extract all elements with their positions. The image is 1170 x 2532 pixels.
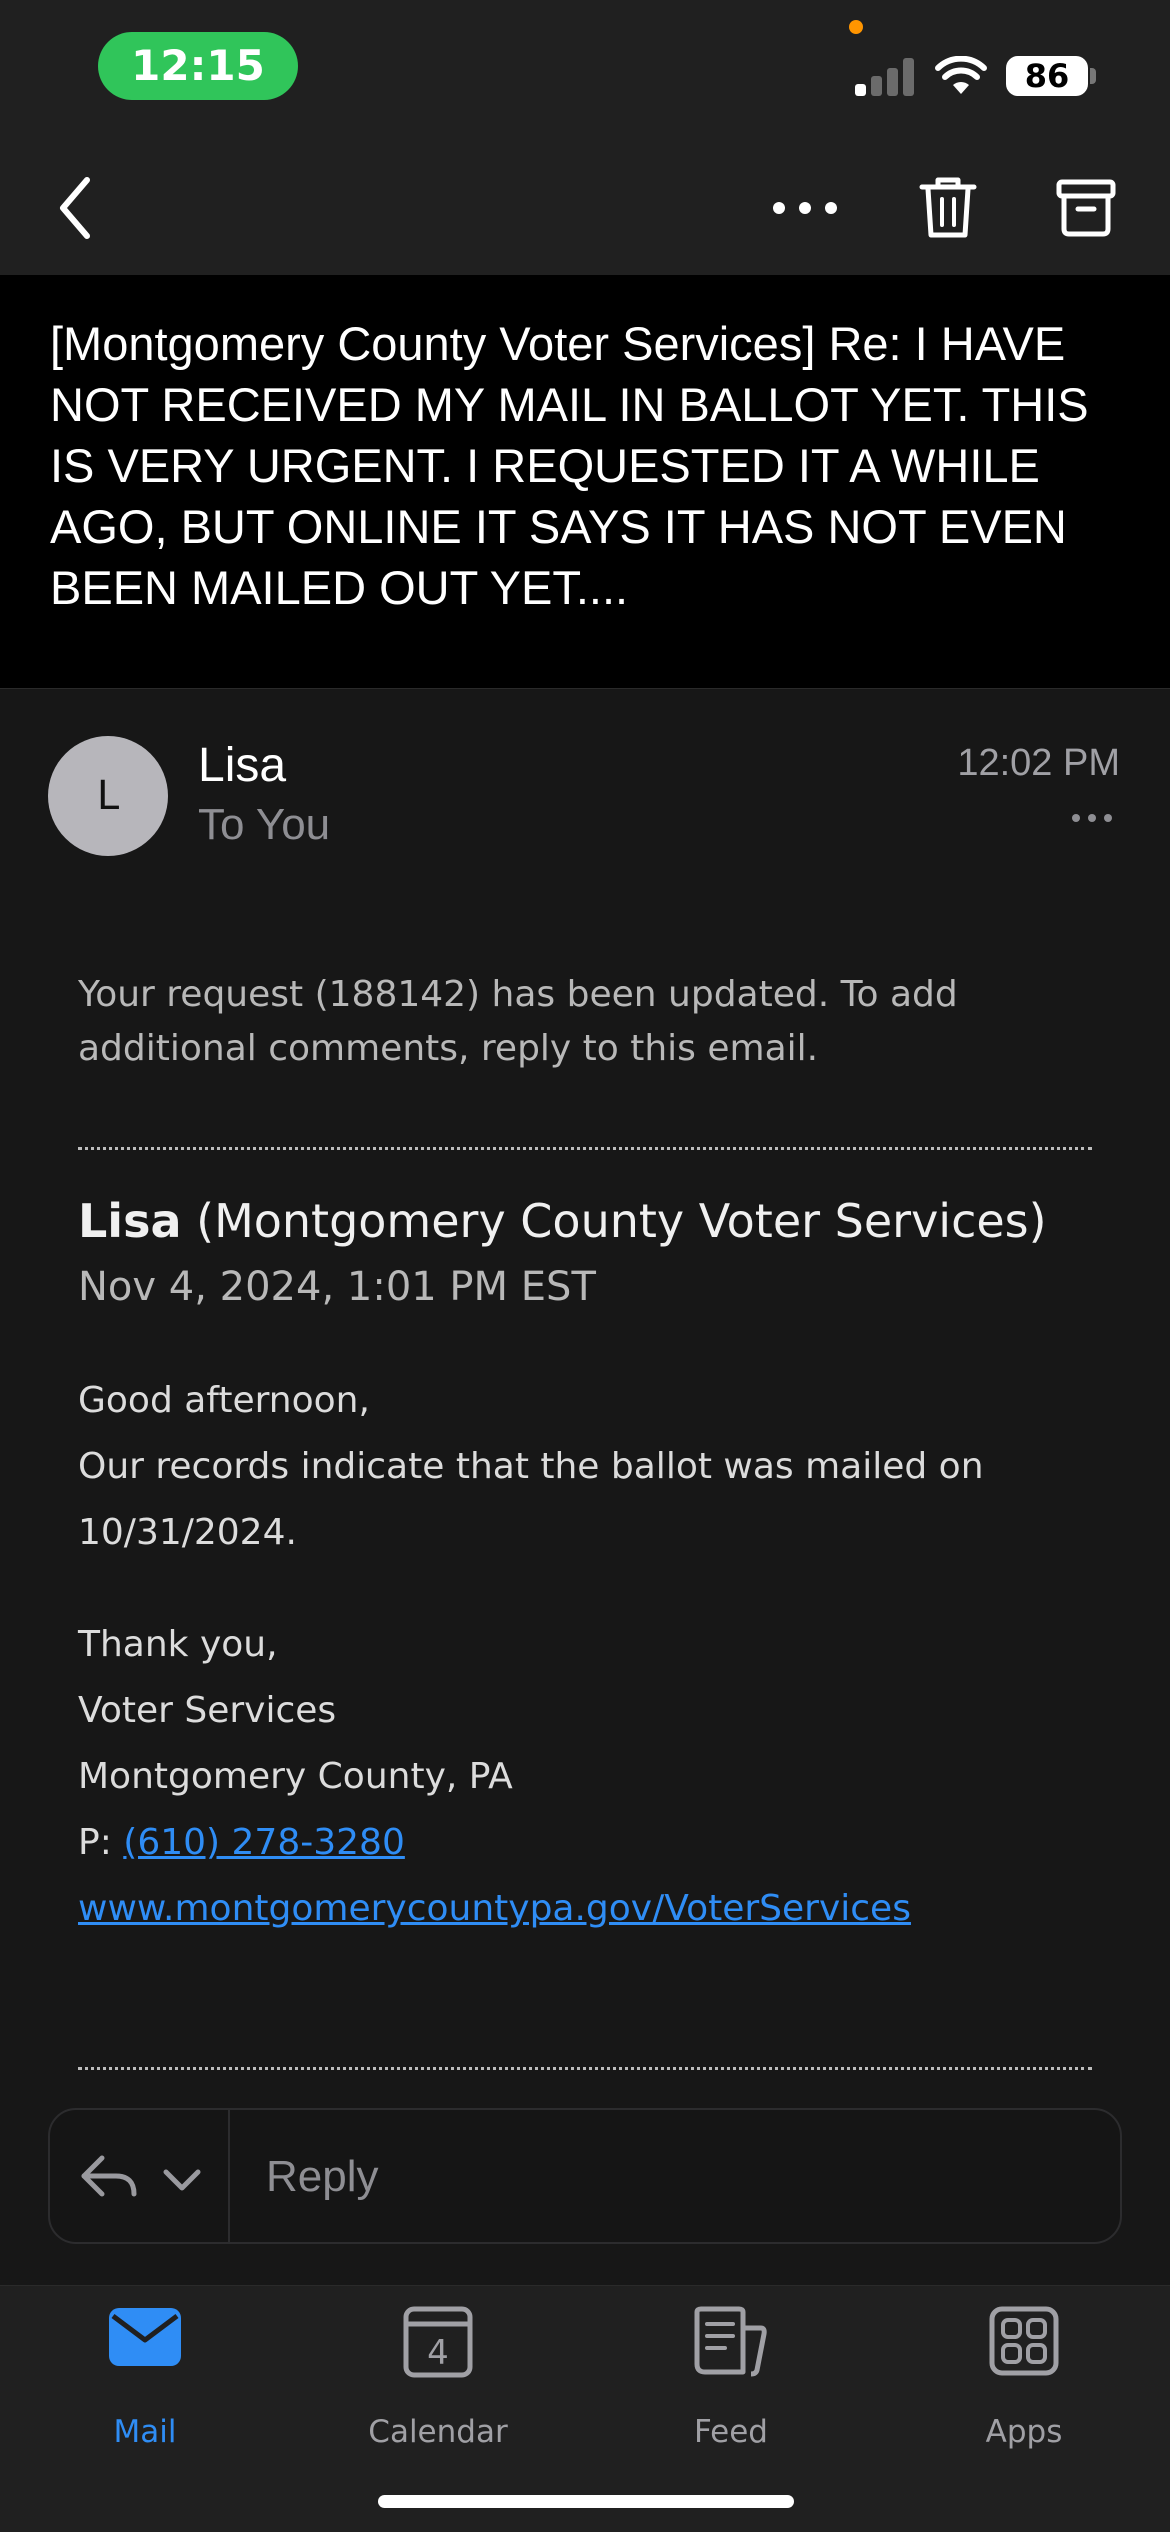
phone-link[interactable]: (610) 278-3280	[123, 1822, 405, 1863]
more-options-button[interactable]	[765, 180, 845, 235]
reply-arrow-icon	[81, 2155, 137, 2197]
signature-location: Montgomery County, PA	[78, 1756, 513, 1797]
tab-mail[interactable]: Mail	[45, 2306, 245, 2456]
signoff-text: Thank you,	[78, 1624, 278, 1665]
privacy-indicator-dot	[849, 20, 863, 34]
signature-phone-row: P: (610) 278-3280	[78, 1822, 405, 1863]
body-text-line2: 10/31/2024.	[78, 1512, 297, 1553]
phone-prefix: P:	[78, 1822, 124, 1863]
reply-bar: Reply	[0, 2070, 1170, 2285]
calendar-day-number: 4	[427, 2333, 449, 2373]
request-update-notice: Your request (188142) has been updated. …	[78, 974, 958, 1069]
delete-button[interactable]	[912, 168, 984, 248]
email-message: L Lisa To You 12:02 PM Your request (188…	[0, 690, 1170, 2070]
tab-label-apps: Apps	[985, 2414, 1063, 2450]
chevron-down-icon	[163, 2169, 201, 2191]
recipient-label[interactable]: To You	[198, 800, 330, 850]
website-link[interactable]: www.montgomerycountypa.gov/VoterServices	[78, 1888, 911, 1929]
archive-icon	[1056, 179, 1115, 237]
message-time: 12:02 PM	[957, 742, 1120, 784]
battery-indicator: 86	[1006, 56, 1088, 96]
back-button[interactable]	[40, 170, 110, 245]
avatar[interactable]: L	[48, 736, 168, 856]
message-more-icon[interactable]	[1070, 808, 1114, 828]
tab-calendar[interactable]: 4 Calendar	[338, 2306, 538, 2456]
tab-label-mail: Mail	[113, 2414, 177, 2450]
body-text-line1: Our records indicate that the ballot was…	[78, 1446, 984, 1487]
reply-options-button[interactable]	[50, 2110, 230, 2242]
tab-apps[interactable]: Apps	[924, 2306, 1124, 2456]
battery-tip	[1090, 68, 1096, 84]
reply-author: Lisa (Montgomery County Voter Services)	[78, 1194, 1047, 1248]
tab-feed[interactable]: Feed	[631, 2306, 831, 2456]
greeting-text: Good afternoon,	[78, 1380, 370, 1421]
mail-icon	[109, 2308, 181, 2366]
reply-author-name: Lisa	[78, 1194, 182, 1248]
reply-author-org: (Montgomery County Voter Services)	[196, 1194, 1047, 1248]
sender-name[interactable]: Lisa	[198, 738, 286, 793]
cellular-signal-icon	[855, 58, 915, 96]
navigation-bar	[0, 140, 1170, 275]
reply-input[interactable]: Reply	[266, 2152, 379, 2202]
archive-button[interactable]	[1048, 172, 1123, 244]
status-bar: 12:15 86	[0, 0, 1170, 140]
email-subject: [Montgomery County Voter Services] Re: I…	[0, 275, 1170, 689]
tab-label-feed: Feed	[694, 2414, 768, 2450]
home-indicator[interactable]	[378, 2495, 794, 2508]
reply-date: Nov 4, 2024, 1:01 PM EST	[78, 1264, 596, 1310]
trash-icon	[919, 177, 977, 238]
apps-icon	[989, 2306, 1059, 2376]
tab-label-calendar: Calendar	[368, 2414, 508, 2450]
ellipsis-icon	[773, 201, 837, 214]
reply-box[interactable]: Reply	[48, 2108, 1122, 2244]
status-time: 12:15	[98, 32, 298, 100]
feed-icon	[694, 2306, 767, 2377]
wifi-icon	[935, 56, 987, 94]
calendar-icon: 4	[403, 2306, 473, 2378]
divider	[78, 1147, 1092, 1150]
chevron-left-icon	[60, 176, 90, 239]
signature-name: Voter Services	[78, 1690, 337, 1731]
